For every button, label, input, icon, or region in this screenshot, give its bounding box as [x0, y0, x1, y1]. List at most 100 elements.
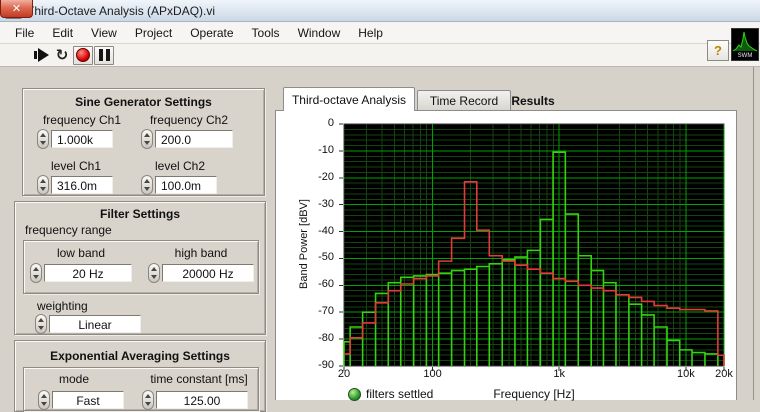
level-ch1-field[interactable]: 316.0m: [51, 176, 113, 194]
menu-item-help[interactable]: Help: [349, 24, 392, 42]
level-ch2-label: level Ch2: [141, 159, 219, 173]
filter-settings-title: Filter Settings: [15, 207, 265, 221]
help-icon: ?: [714, 43, 722, 58]
filters-settled-label: filters settled: [366, 387, 433, 401]
x-tick-label: 10k: [677, 368, 695, 380]
mode-label: mode: [38, 372, 110, 386]
averaging-group: Exponential Averaging Settings mode Fast…: [14, 340, 266, 412]
increment-decrement[interactable]: [141, 129, 153, 149]
y-tick-label: -10: [290, 144, 334, 156]
window-title: Third-Octave Analysis (APxDAQ).vi: [27, 4, 215, 18]
frequency-ch1-label: frequency Ch1: [37, 113, 127, 127]
filter-settings-group: Filter Settings frequency range low band…: [14, 201, 266, 335]
high-band-field[interactable]: 20000 Hz: [162, 264, 254, 282]
y-tick-label: -30: [290, 198, 334, 210]
low-band-control: 20 Hz: [30, 263, 132, 283]
frequency-range-cluster: low band 20 Hz high band 20000 Hz: [23, 240, 259, 294]
frequency-ch1-field[interactable]: 1.000k: [51, 130, 113, 148]
frequency-ch2-field[interactable]: 200.0: [155, 130, 233, 148]
window-right-border: [753, 67, 754, 400]
pause-button[interactable]: [94, 46, 114, 65]
x-tick-label: 20k: [715, 368, 733, 380]
run-continuous-button[interactable]: ↻: [52, 46, 72, 65]
abort-icon: [76, 48, 90, 62]
x-axis-label: Frequency [Hz]: [434, 387, 634, 401]
menu-item-operate[interactable]: Operate: [181, 24, 242, 42]
y-tick-label: -20: [290, 171, 334, 183]
abort-button[interactable]: [73, 46, 93, 65]
panel-right-strip: [737, 67, 760, 400]
x-tick-label: 20: [338, 368, 350, 380]
high-band-label: high band: [148, 246, 254, 260]
increment-decrement[interactable]: [30, 263, 42, 283]
increment-decrement[interactable]: [148, 263, 160, 283]
title-bar: ▶ Third-Octave Analysis (APxDAQ).vi: [0, 0, 760, 22]
y-tick-label: -60: [290, 278, 334, 290]
x-tick-label: 100: [423, 368, 441, 380]
y-tick-label: -40: [290, 225, 334, 237]
increment-decrement[interactable]: [35, 314, 47, 334]
menu-item-window[interactable]: Window: [289, 24, 350, 42]
increment-decrement[interactable]: [142, 390, 154, 410]
menu-item-view[interactable]: View: [82, 24, 126, 42]
menu-item-edit[interactable]: Edit: [43, 24, 82, 42]
time-constant-field[interactable]: 125.00: [156, 391, 248, 409]
averaging-title: Exponential Averaging Settings: [15, 349, 265, 363]
level-ch1-control: 316.0m: [37, 175, 113, 195]
tab-third-octave-analysis[interactable]: Third-octave Analysis: [283, 87, 415, 111]
frequency-ch2-label: frequency Ch2: [141, 113, 237, 127]
sine-generator-title: Sine Generator Settings: [23, 95, 264, 109]
tab-page: Band Power [dBV] 0-10-20-30-40-50-60-70-…: [275, 110, 737, 400]
plot-area[interactable]: [344, 124, 724, 366]
close-icon: ✕: [12, 2, 21, 15]
help-button[interactable]: ?: [707, 40, 729, 61]
y-tick-label: -80: [290, 332, 334, 344]
mode-field[interactable]: Fast: [52, 391, 124, 409]
level-ch1-label: level Ch1: [37, 159, 115, 173]
mode-control: Fast: [38, 390, 124, 410]
menu-item-file[interactable]: File: [6, 24, 43, 42]
run-continuous-icon: ↻: [56, 48, 69, 63]
increment-decrement[interactable]: [141, 175, 153, 195]
frequency-ch2-control: 200.0: [141, 129, 233, 149]
low-band-label: low band: [30, 246, 132, 260]
y-tick-label: 0: [290, 117, 334, 129]
run-button[interactable]: [31, 46, 51, 65]
y-tick-label: -90: [290, 359, 334, 371]
led-icon: [348, 388, 361, 401]
tab-results[interactable]: Results: [498, 90, 568, 111]
menu-bar: FileEditViewProjectOperateToolsWindowHel…: [0, 22, 760, 44]
close-button[interactable]: ✕: [0, 0, 33, 18]
weighting-control: Linear: [35, 314, 141, 334]
frequency-range-label: frequency range: [25, 223, 112, 237]
x-tick-label: 1k: [553, 368, 565, 380]
increment-decrement[interactable]: [37, 129, 49, 149]
sine-generator-group: Sine Generator Settings frequency Ch1 1.…: [22, 88, 265, 196]
frequency-ch1-control: 1.000k: [37, 129, 113, 149]
menu-item-tools[interactable]: Tools: [243, 24, 289, 42]
run-icon: [34, 51, 37, 59]
y-tick-label: -70: [290, 305, 334, 317]
high-band-control: 20000 Hz: [148, 263, 254, 283]
weighting-label: weighting: [37, 299, 88, 313]
run-arrow-icon: [38, 48, 49, 62]
low-band-field[interactable]: 20 Hz: [44, 264, 132, 282]
tab-time-record[interactable]: Time Record: [417, 90, 511, 111]
vi-icon-spectrum: [732, 29, 758, 53]
toolbar: ↻: [0, 44, 760, 67]
level-ch2-field[interactable]: 100.0m: [155, 176, 217, 194]
time-constant-control: 125.00: [142, 390, 248, 410]
vi-icon: SWM: [731, 28, 759, 61]
increment-decrement[interactable]: [37, 175, 49, 195]
level-ch2-control: 100.0m: [141, 175, 217, 195]
y-tick-label: -50: [290, 251, 334, 263]
pause-icon: [99, 49, 110, 61]
increment-decrement[interactable]: [38, 390, 50, 410]
time-constant-label: time constant [ms]: [142, 372, 256, 386]
third-octave-graph[interactable]: [344, 124, 724, 366]
menu-item-project[interactable]: Project: [126, 24, 181, 42]
vi-icon-text: SWM: [732, 53, 758, 59]
averaging-cluster: mode Fast time constant [ms] 125.00: [23, 367, 259, 411]
weighting-field[interactable]: Linear: [49, 315, 141, 333]
filters-settled-indicator: filters settled: [348, 387, 433, 401]
